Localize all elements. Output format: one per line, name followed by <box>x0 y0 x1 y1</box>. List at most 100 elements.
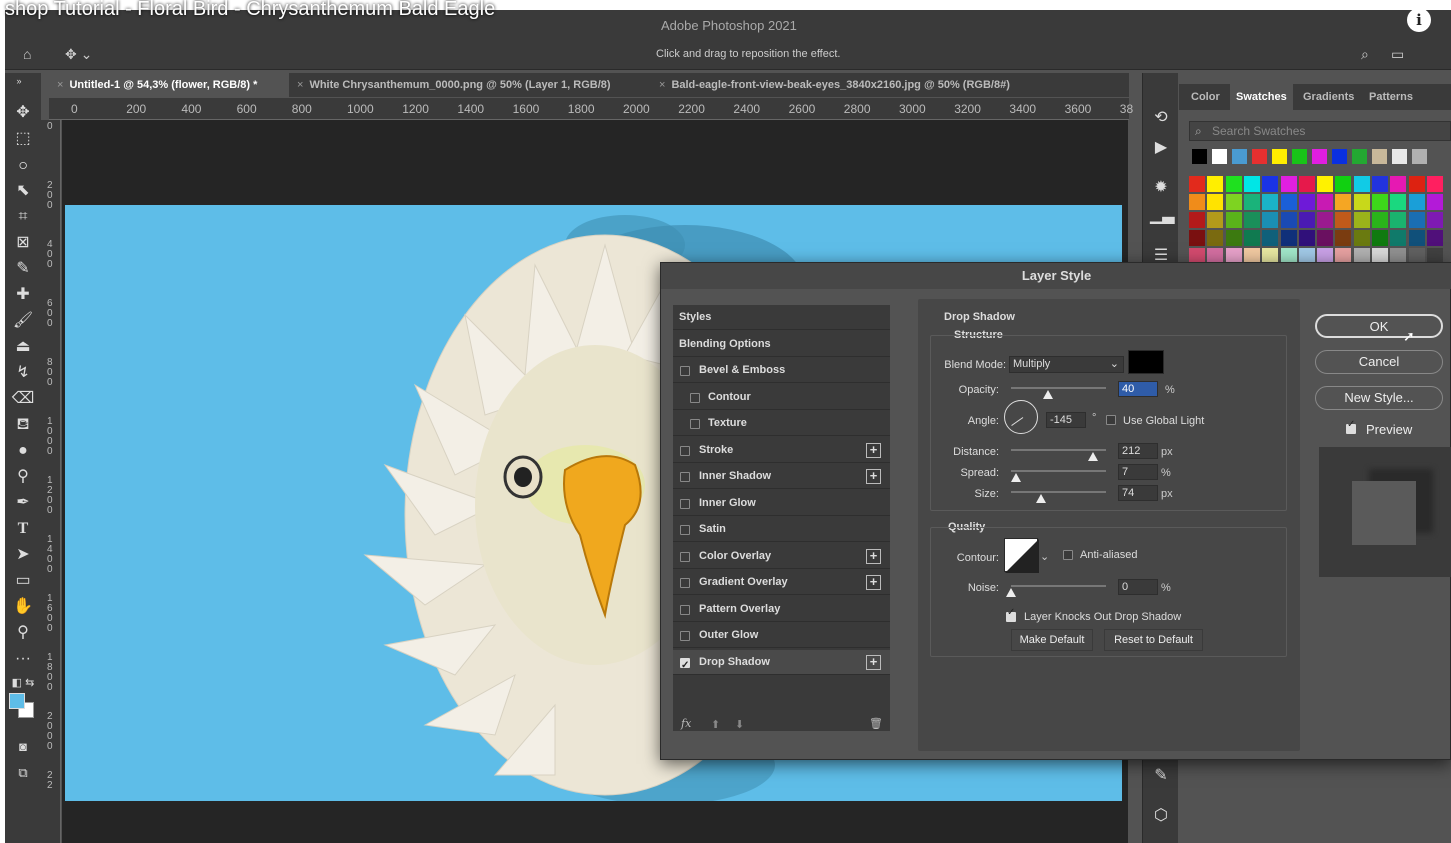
noise-slider-track[interactable] <box>1011 585 1106 587</box>
quick-mask-icon[interactable]: ◙ <box>11 735 35 759</box>
crop-tool-icon[interactable]: ⌗ <box>11 205 35 229</box>
swatch[interactable] <box>1298 176 1315 192</box>
swatch[interactable] <box>1280 176 1297 192</box>
anti-aliased-checkbox[interactable] <box>1063 550 1073 560</box>
swatch[interactable] <box>1243 194 1260 210</box>
close-icon[interactable]: × <box>297 79 303 91</box>
use-global-light-checkbox[interactable] <box>1106 415 1116 425</box>
brush-settings-icon[interactable]: ✎ <box>1150 765 1172 787</box>
swatch[interactable] <box>1189 176 1205 192</box>
swatch[interactable] <box>1372 212 1388 228</box>
contour-picker[interactable] <box>1004 538 1039 573</box>
swatch[interactable] <box>1317 194 1334 210</box>
distance-slider-thumb[interactable] <box>1088 452 1098 461</box>
collapse-toolbox-icon[interactable]: » <box>7 75 31 99</box>
swatch[interactable] <box>1317 212 1334 228</box>
history-brush-tool-icon[interactable]: ↯ <box>11 361 35 385</box>
swatch[interactable] <box>1298 230 1315 246</box>
swatch[interactable] <box>1335 176 1352 192</box>
pen-tool-icon[interactable]: ✒ <box>11 491 35 515</box>
eyedropper-tool-icon[interactable]: ✎ <box>11 257 35 281</box>
style-item-color-overlay[interactable]: Color Overlay + <box>673 544 890 569</box>
swatch[interactable] <box>1390 230 1407 246</box>
spread-input[interactable]: 7 <box>1118 464 1158 480</box>
style-item-pattern-overlay[interactable]: Pattern Overlay <box>673 597 890 622</box>
swatch[interactable] <box>1280 212 1297 228</box>
swatch[interactable] <box>1262 176 1279 192</box>
size-slider-thumb[interactable] <box>1036 494 1046 503</box>
add-effect-plus-icon[interactable]: + <box>866 654 881 670</box>
noise-input[interactable]: 0 <box>1118 579 1158 595</box>
tab-white-chrysanthemum[interactable]: × White Chrysanthemum_0000.png @ 50% (Lay… <box>289 73 651 97</box>
swatch[interactable] <box>1207 194 1224 210</box>
style-checkbox[interactable] <box>680 578 690 588</box>
swatch[interactable] <box>1408 176 1425 192</box>
swatch[interactable] <box>1426 176 1443 192</box>
brightness-icon[interactable]: ✹ <box>1150 177 1172 199</box>
swatch[interactable] <box>1280 230 1297 246</box>
style-item-bevel-emboss[interactable]: Bevel & Emboss <box>673 358 890 383</box>
style-checkbox[interactable] <box>680 604 690 615</box>
path-selection-tool-icon[interactable]: ➤ <box>11 543 35 567</box>
style-checkbox[interactable] <box>680 498 690 509</box>
swatch[interactable] <box>1207 212 1224 228</box>
style-item-styles[interactable]: Styles <box>673 305 890 330</box>
healing-brush-tool-icon[interactable]: ✚ <box>11 283 35 307</box>
move-up-icon[interactable]: ⬆ <box>711 718 720 731</box>
swatch[interactable] <box>1335 212 1352 228</box>
style-checkbox[interactable] <box>690 419 700 429</box>
swatch[interactable] <box>1225 230 1242 246</box>
swatch[interactable] <box>1408 230 1425 246</box>
swatch[interactable] <box>1426 212 1443 228</box>
swatch[interactable] <box>1408 212 1425 228</box>
shadow-color-swatch[interactable] <box>1128 350 1164 374</box>
actions-play-icon[interactable]: ▶ <box>1150 137 1172 159</box>
swatch[interactable] <box>1243 176 1260 192</box>
trash-icon[interactable]: 🗑 <box>869 717 883 730</box>
swatch[interactable] <box>1390 176 1407 192</box>
spread-slider-track[interactable] <box>1011 470 1106 472</box>
swatch[interactable] <box>1408 194 1425 210</box>
tab-color[interactable]: Color <box>1185 84 1226 110</box>
swatch[interactable] <box>1353 230 1370 246</box>
swatch[interactable] <box>1262 230 1279 246</box>
spread-slider-thumb[interactable] <box>1011 473 1021 482</box>
paint-bucket-tool-icon[interactable]: ⛾ <box>11 413 35 437</box>
swatch[interactable] <box>1212 149 1227 164</box>
dodge-tool-icon[interactable]: ⚲ <box>11 465 35 489</box>
style-item-inner-shadow[interactable]: Inner Shadow + <box>673 464 890 489</box>
style-checkbox[interactable] <box>680 551 690 562</box>
swatch[interactable] <box>1353 212 1370 228</box>
style-item-texture[interactable]: Texture <box>673 411 890 436</box>
distance-slider-track[interactable] <box>1011 449 1106 451</box>
swatch[interactable] <box>1372 176 1388 192</box>
size-slider-track[interactable] <box>1011 491 1106 493</box>
swatch[interactable] <box>1189 194 1205 210</box>
swatch[interactable] <box>1298 212 1315 228</box>
tab-patterns[interactable]: Patterns <box>1363 84 1419 110</box>
info-icon[interactable]: i <box>1407 8 1431 32</box>
workspace-icon[interactable]: ▭ <box>1391 46 1404 63</box>
swatch[interactable] <box>1353 194 1370 210</box>
layer-knocks-out-checkbox[interactable] <box>1006 607 1016 622</box>
swatch[interactable] <box>1207 176 1224 192</box>
style-item-satin[interactable]: Satin <box>673 517 890 542</box>
search-icon[interactable]: ⌕ <box>1361 46 1369 63</box>
opacity-slider-track[interactable] <box>1011 387 1106 389</box>
swatch[interactable] <box>1426 230 1443 246</box>
close-icon[interactable]: × <box>659 79 665 91</box>
style-checkbox[interactable] <box>680 653 690 678</box>
eraser-tool-icon[interactable]: ⌫ <box>11 387 35 411</box>
preview-checkbox[interactable] <box>1346 419 1356 434</box>
tab-untitled-1[interactable]: × Untitled-1 @ 54,3% (flower, RGB/8) * <box>49 73 289 97</box>
tab-bald-eagle[interactable]: × Bald-eagle-front-view-beak-eyes_3840x21… <box>651 73 1129 97</box>
move-down-icon[interactable]: ⬇ <box>735 718 744 731</box>
blur-tool-icon[interactable]: ● <box>11 439 35 463</box>
size-input[interactable]: 74 <box>1118 485 1158 501</box>
add-effect-plus-icon[interactable]: + <box>866 442 881 458</box>
marquee-tool-icon[interactable]: ⬚ <box>11 127 35 151</box>
noise-slider-thumb[interactable] <box>1006 588 1016 597</box>
close-icon[interactable]: × <box>57 79 63 91</box>
swatch[interactable] <box>1317 176 1334 192</box>
blend-mode-select[interactable]: Multiply ⌄ <box>1009 356 1124 373</box>
